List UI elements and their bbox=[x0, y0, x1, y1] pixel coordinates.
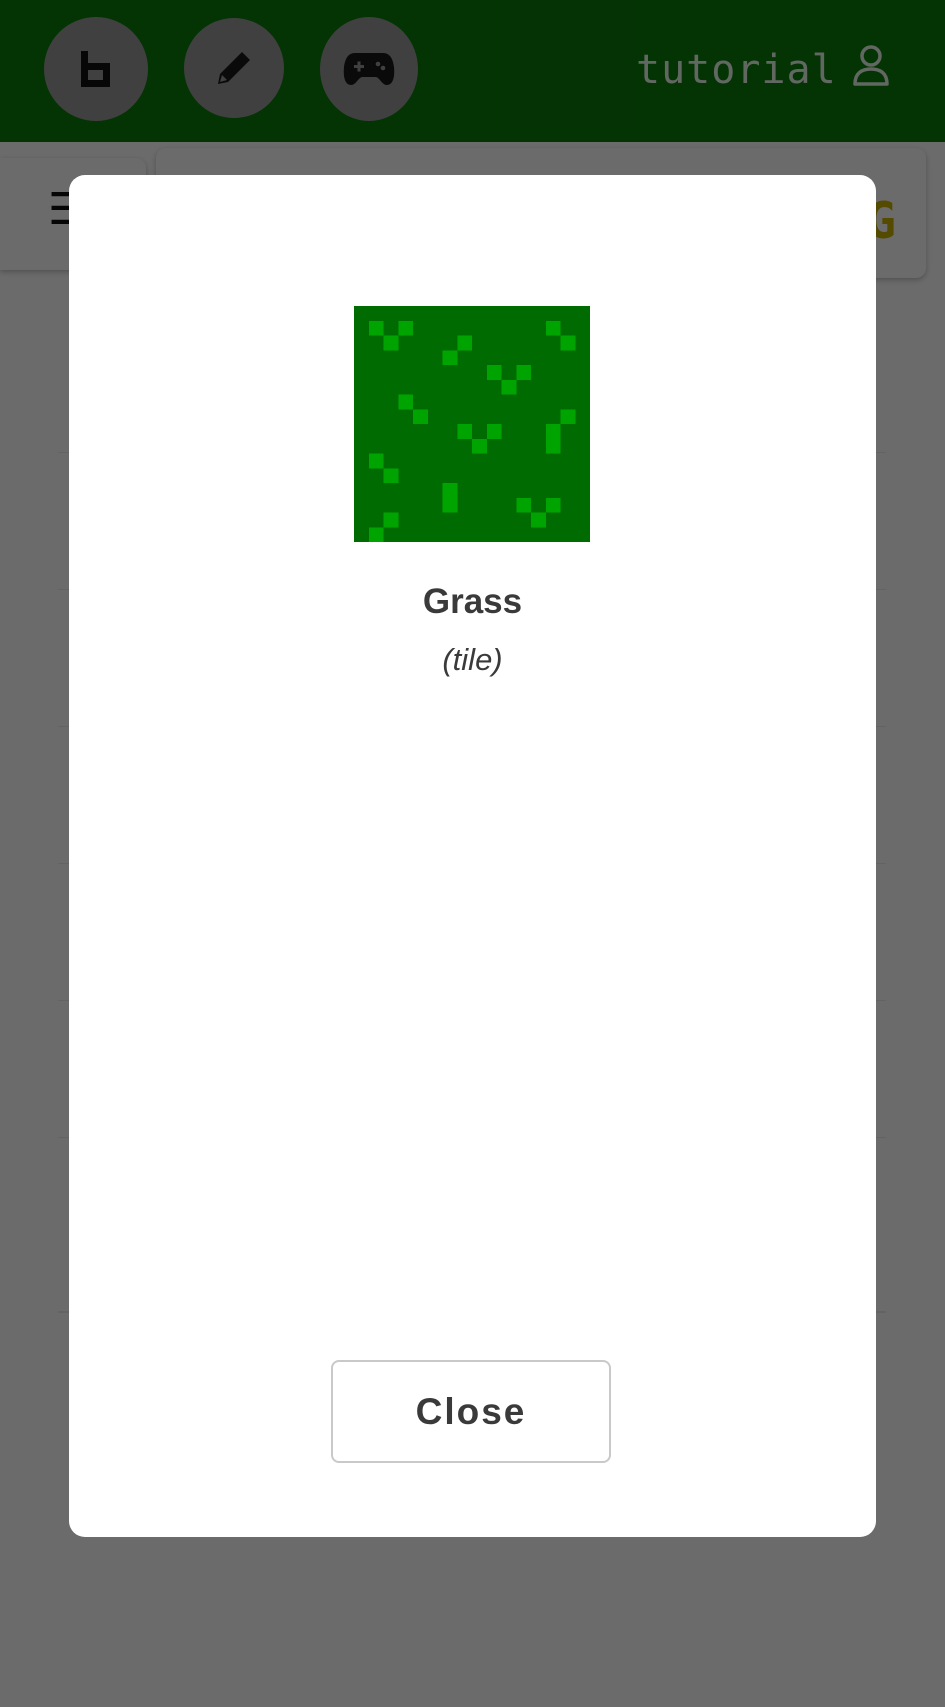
tile-name: Grass bbox=[422, 582, 523, 621]
grass-tile-icon bbox=[354, 306, 590, 542]
tile-type: (tile) bbox=[442, 642, 503, 677]
close-button[interactable]: Close bbox=[331, 1360, 611, 1463]
app-page: tutorial ☰ G bbox=[0, 0, 945, 1707]
tile-info-dialog: Grass (tile) Close bbox=[69, 175, 876, 1537]
tile-preview bbox=[354, 306, 590, 542]
